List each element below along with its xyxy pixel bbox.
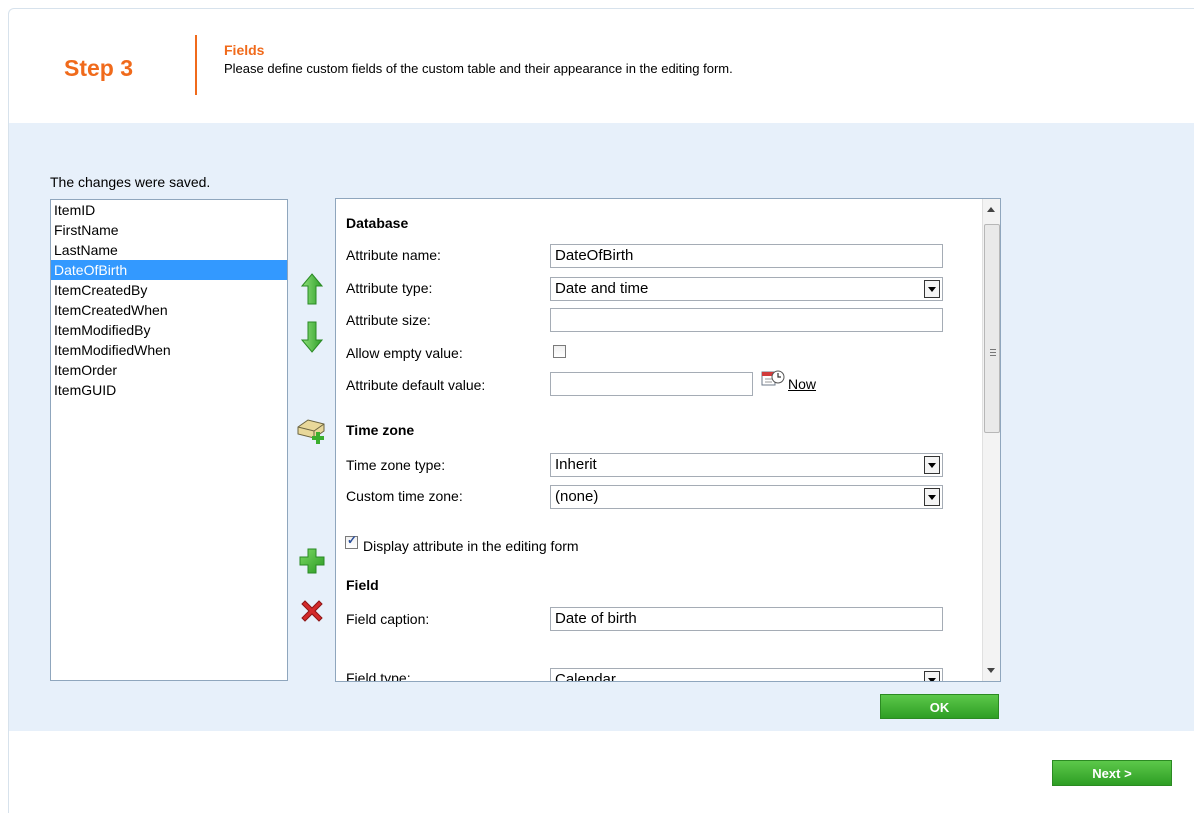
attribute-type-label: Attribute type: bbox=[346, 280, 433, 296]
field-listbox[interactable]: ItemID FirstName LastName DateOfBirth It… bbox=[50, 199, 288, 681]
timezone-type-select[interactable]: Inherit bbox=[550, 453, 943, 477]
chevron-down-icon[interactable] bbox=[924, 488, 940, 506]
custom-timezone-label: Custom time zone: bbox=[346, 488, 463, 504]
chevron-down-icon[interactable] bbox=[924, 456, 940, 474]
custom-timezone-select[interactable]: (none) bbox=[550, 485, 943, 509]
new-category-button[interactable] bbox=[295, 412, 329, 448]
field-type-value: Calendar bbox=[555, 671, 616, 681]
next-button[interactable]: Next > bbox=[1052, 760, 1172, 786]
step-title: Fields bbox=[224, 42, 265, 58]
add-field-button[interactable] bbox=[295, 543, 329, 579]
list-item[interactable]: ItemModifiedBy bbox=[51, 320, 287, 340]
list-item[interactable]: ItemModifiedWhen bbox=[51, 340, 287, 360]
list-item[interactable]: ItemCreatedBy bbox=[51, 280, 287, 300]
field-properties-content: Database Attribute name: DateOfBirth Att… bbox=[336, 199, 982, 681]
attribute-size-label: Attribute size: bbox=[346, 312, 431, 328]
timezone-type-value: Inherit bbox=[555, 456, 597, 473]
allow-empty-label: Allow empty value: bbox=[346, 345, 463, 361]
attribute-type-select[interactable]: Date and time bbox=[550, 277, 943, 301]
delete-field-button[interactable] bbox=[295, 593, 329, 629]
header-divider bbox=[195, 35, 197, 95]
custom-timezone-value: (none) bbox=[555, 488, 599, 505]
field-properties-panel: Database Attribute name: DateOfBirth Att… bbox=[335, 198, 1001, 682]
display-in-form-label: Display attribute in the editing form bbox=[363, 538, 579, 554]
list-item[interactable]: ItemCreatedWhen bbox=[51, 300, 287, 320]
chevron-down-icon[interactable] bbox=[924, 671, 940, 681]
list-item[interactable]: ItemGUID bbox=[51, 380, 287, 400]
list-item-selected[interactable]: DateOfBirth bbox=[51, 260, 287, 280]
delete-icon bbox=[301, 600, 323, 622]
calendar-clock-icon[interactable] bbox=[761, 369, 785, 389]
list-item[interactable]: ItemOrder bbox=[51, 360, 287, 380]
step-description: Please define custom fields of the custo… bbox=[224, 61, 733, 76]
attribute-name-input[interactable]: DateOfBirth bbox=[550, 244, 943, 268]
panel-scrollbar[interactable] bbox=[982, 199, 1000, 681]
plus-icon bbox=[299, 548, 325, 574]
now-link[interactable]: Now bbox=[788, 376, 816, 392]
field-type-select[interactable]: Calendar bbox=[550, 668, 943, 681]
arrow-down-icon bbox=[301, 321, 323, 353]
wizard-header: Step 3 Fields Please define custom field… bbox=[9, 9, 1194, 123]
display-in-form-checkbox[interactable] bbox=[345, 533, 358, 549]
wizard-frame: Step 3 Fields Please define custom field… bbox=[8, 8, 1194, 813]
list-item[interactable]: FirstName bbox=[51, 220, 287, 240]
list-item[interactable]: ItemID bbox=[51, 200, 287, 220]
field-caption-label: Field caption: bbox=[346, 611, 430, 627]
field-type-label: Field type: bbox=[346, 670, 411, 681]
status-message: The changes were saved. bbox=[50, 174, 211, 190]
scroll-thumb[interactable] bbox=[984, 224, 1000, 433]
field-caption-input[interactable]: Date of birth bbox=[550, 607, 943, 631]
section-database-heading: Database bbox=[346, 215, 409, 231]
attribute-type-value: Date and time bbox=[555, 280, 649, 297]
chevron-down-icon[interactable] bbox=[924, 280, 940, 298]
scroll-up-icon[interactable] bbox=[987, 207, 995, 212]
section-timezone-heading: Time zone bbox=[346, 422, 415, 438]
timezone-type-label: Time zone type: bbox=[346, 457, 446, 473]
move-down-button[interactable] bbox=[295, 319, 329, 355]
ok-button[interactable]: OK bbox=[880, 694, 999, 719]
new-category-icon bbox=[297, 419, 325, 444]
step-label: Step 3 bbox=[64, 55, 134, 81]
default-value-input[interactable] bbox=[550, 372, 753, 396]
section-field-heading: Field bbox=[346, 577, 379, 593]
grip-icon bbox=[990, 349, 996, 350]
scroll-down-icon[interactable] bbox=[987, 668, 995, 673]
allow-empty-checkbox[interactable] bbox=[553, 345, 566, 358]
list-item[interactable]: LastName bbox=[51, 240, 287, 260]
attribute-name-label: Attribute name: bbox=[346, 247, 441, 263]
arrow-up-icon bbox=[301, 273, 323, 305]
attribute-size-input[interactable] bbox=[550, 308, 943, 332]
default-value-label: Attribute default value: bbox=[346, 377, 486, 393]
content-area: The changes were saved. ItemID FirstName… bbox=[9, 123, 1194, 731]
move-up-button[interactable] bbox=[295, 271, 329, 307]
